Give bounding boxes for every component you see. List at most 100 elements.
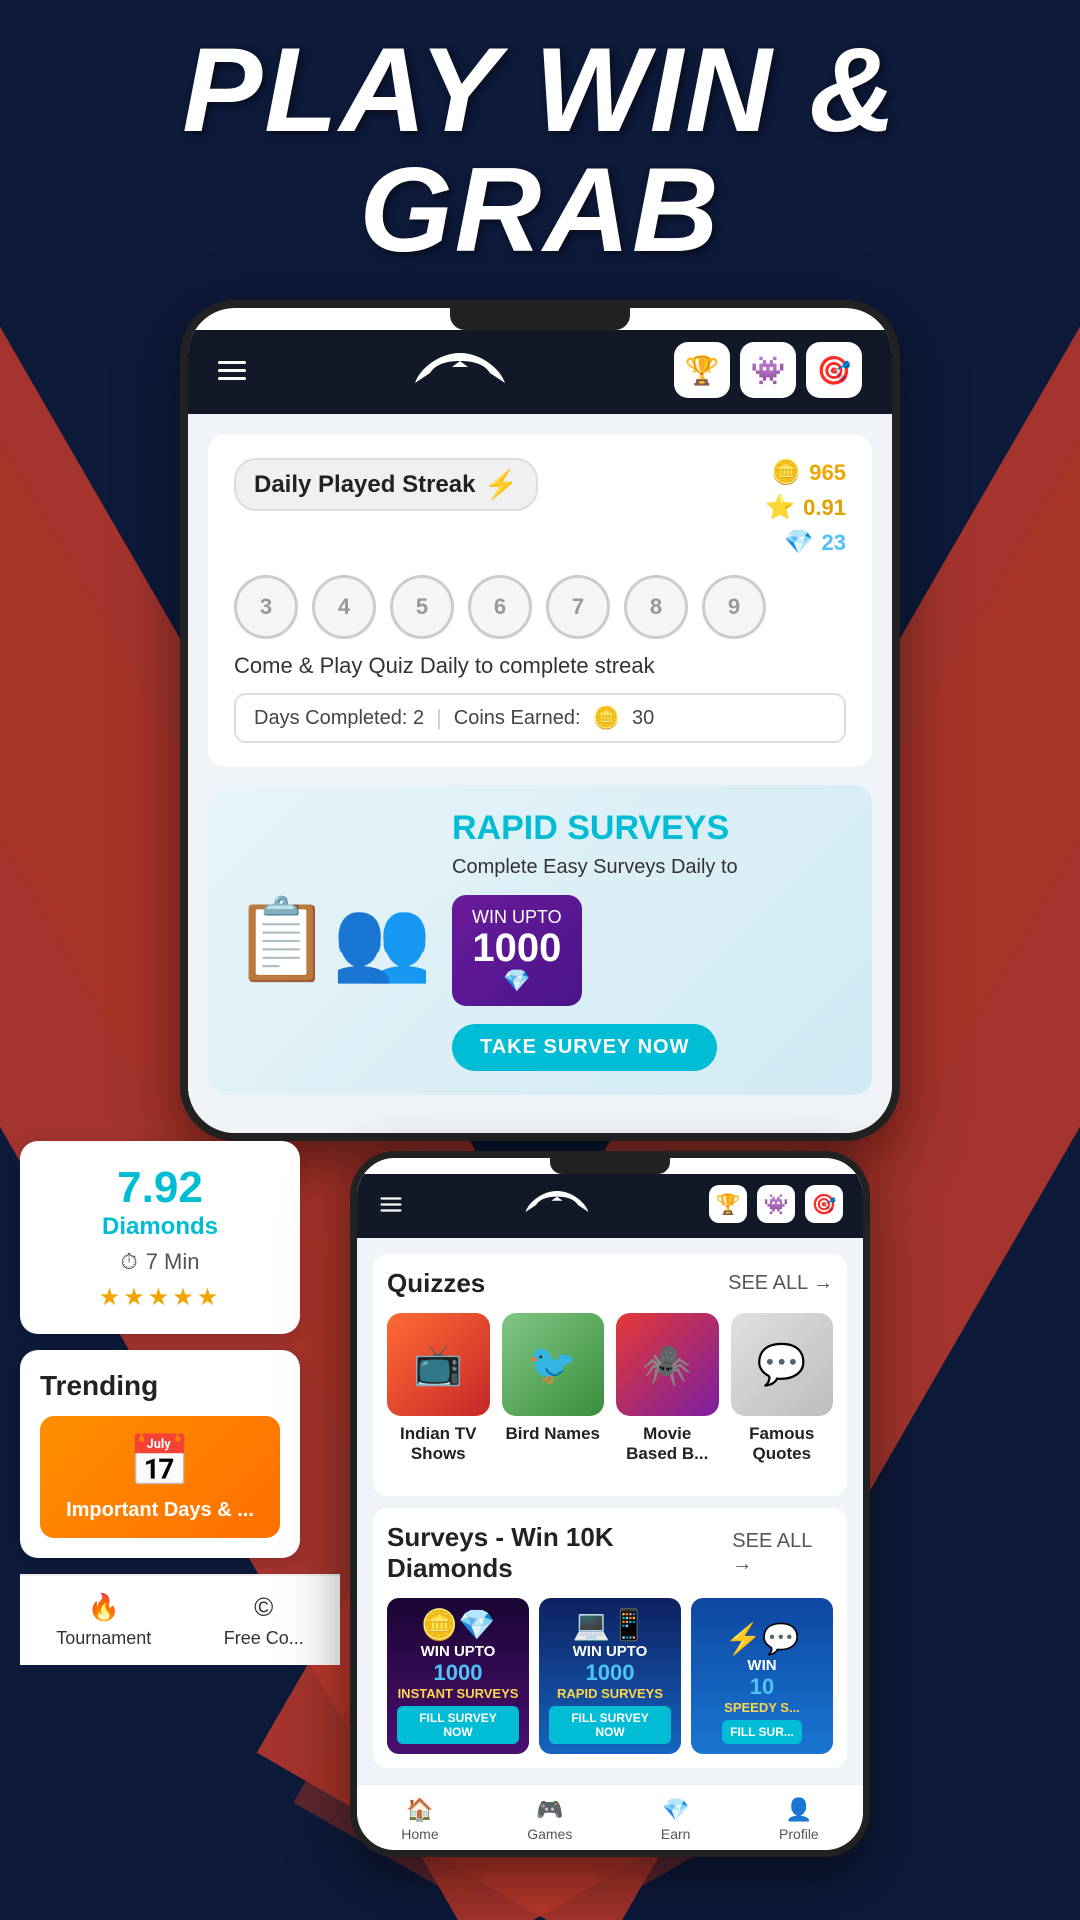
survey-card-3-type: SPEEDY S...	[701, 1700, 823, 1715]
circle-6: 6	[468, 575, 532, 639]
quiz-item-birds[interactable]: 🐦 Bird Names	[502, 1313, 605, 1464]
quiz-item-movie[interactable]: 🕷️ Movie Based B...	[616, 1313, 719, 1464]
phone2-target-icon[interactable]: 🎯	[805, 1185, 843, 1223]
phone-notch	[450, 308, 630, 330]
take-survey-button[interactable]: TAKE SURVEY NOW	[452, 1024, 717, 1071]
streak-circles: 3 4 5 6 7 8 9	[234, 575, 846, 639]
quiz-label-movie: Movie Based B...	[616, 1424, 719, 1465]
quiz-thumb-birds: 🐦	[502, 1313, 605, 1416]
stars-value: 0.91	[803, 495, 846, 521]
survey-card-3-win: WIN	[701, 1657, 823, 1674]
surveys-title: Surveys - Win 10K Diamonds	[387, 1522, 732, 1584]
diamond-label: Diamonds	[42, 1213, 278, 1241]
trending-title: Trending	[40, 1370, 280, 1402]
coins-value: 965	[809, 460, 846, 486]
phone2-logo	[522, 1184, 592, 1224]
circle-4: 4	[312, 575, 376, 639]
survey-card-2-amt: 1000	[549, 1660, 671, 1686]
phone2-menu-icon[interactable]	[381, 1197, 402, 1211]
survey-card-1-amt: 1000	[397, 1660, 519, 1686]
games-icon: 🎮	[536, 1797, 563, 1823]
circle-7: 7	[546, 575, 610, 639]
streak-stats: 🪙 965 ⭐ 0.91 💎 23	[765, 458, 846, 557]
survey-title: RAPID SURVEYS	[452, 809, 848, 848]
quiz-label-tv: Indian TV Shows	[387, 1424, 490, 1465]
survey-card-instant[interactable]: 🪙💎 WIN UPTO 1000 INSTANT SURVEYS FILL SU…	[387, 1598, 529, 1754]
phone1-navbar: 🏆 👾 🎯	[188, 330, 892, 414]
circle-9: 9	[702, 575, 766, 639]
survey-right-content: RAPID SURVEYS Complete Easy Surveys Dail…	[432, 809, 848, 1071]
clock-icon: ⏱	[121, 1249, 138, 1275]
survey-illustration: 📋👥	[232, 893, 432, 987]
games-label: Games	[527, 1826, 572, 1842]
phone2-nav-home[interactable]: 🏠 Home	[401, 1797, 438, 1842]
left-bottom-nav: 🔥 Tournament © Free Co...	[20, 1574, 340, 1665]
phone2-bottom-nav: 🏠 Home 🎮 Games 💎 Earn 👤 Profile	[357, 1784, 863, 1850]
phone-mockup-2: 🏆 👾 🎯 Quizzes SEE ALL → 📺 Indian TV	[350, 1151, 870, 1857]
days-completed: Days Completed: 2	[254, 707, 424, 730]
streak-description: Come & Play Quiz Daily to complete strea…	[234, 653, 846, 679]
streak-title-badge: Daily Played Streak ⚡	[234, 458, 538, 511]
quiz-label-birds: Bird Names	[506, 1424, 600, 1444]
menu-icon[interactable]	[218, 361, 246, 380]
home-icon: 🏠	[406, 1797, 433, 1823]
streak-footer: Days Completed: 2 | Coins Earned: 🪙 30	[234, 693, 846, 743]
phone2-notch	[550, 1158, 670, 1174]
survey-card-3-amt: 10	[701, 1674, 823, 1700]
hero-title: PLAY WIN & GRAB	[0, 30, 1080, 270]
diamond-value: 7.92	[42, 1163, 278, 1213]
earn-label: Earn	[661, 1826, 691, 1842]
free-coins-nav-item[interactable]: © Free Co...	[224, 1592, 304, 1649]
phone2-navbar: 🏆 👾 🎯	[357, 1174, 863, 1238]
survey-win-box: WIN UPTO 1000 💎	[452, 895, 582, 1006]
streak-title-text: Daily Played Streak	[254, 471, 475, 499]
survey-card-3-btn[interactable]: FILL SUR...	[722, 1720, 802, 1744]
phone2-nav-icons: 🏆 👾 🎯	[709, 1185, 843, 1223]
phone2-content: Quizzes SEE ALL → 📺 Indian TV Shows 🐦 Bi…	[357, 1238, 863, 1784]
coins-earned-label: Coins Earned:	[454, 707, 581, 730]
coins-earned-value: 30	[632, 707, 654, 730]
survey-subtitle: Complete Easy Surveys Daily to	[452, 856, 848, 879]
fire-icon: 🔥	[88, 1592, 120, 1623]
survey-card-1-btn[interactable]: FILL SURVEY NOW	[397, 1706, 519, 1744]
phone2-nav-games[interactable]: 🎮 Games	[527, 1797, 572, 1842]
quizzes-title: Quizzes	[387, 1268, 485, 1299]
trophy-icon[interactable]: 🏆	[674, 342, 730, 398]
nav-icons: 🏆 👾 🎯	[674, 342, 862, 398]
quiz-thumb-tv: 📺	[387, 1313, 490, 1416]
surveys-section-header: Surveys - Win 10K Diamonds SEE ALL →	[387, 1522, 833, 1584]
surveys-see-all[interactable]: SEE ALL →	[732, 1530, 833, 1576]
circle-3: 3	[234, 575, 298, 639]
survey-card-1-win: WIN UPTO	[397, 1643, 519, 1660]
survey-card-speedy[interactable]: ⚡💬 WIN 10 SPEEDY S... FILL SUR...	[691, 1598, 833, 1754]
profile-label: Profile	[779, 1826, 819, 1842]
tournament-label: Tournament	[56, 1628, 151, 1649]
surveys-grid: 🪙💎 WIN UPTO 1000 INSTANT SURVEYS FILL SU…	[387, 1598, 833, 1754]
phone2-trophy-icon[interactable]: 🏆	[709, 1185, 747, 1223]
trending-item-icon: 📅	[56, 1432, 264, 1491]
monster-icon[interactable]: 👾	[740, 342, 796, 398]
survey-card-rapid[interactable]: 💻📱 WIN UPTO 1000 RAPID SURVEYS FILL SURV…	[539, 1598, 681, 1754]
tournament-nav-item[interactable]: 🔥 Tournament	[56, 1592, 151, 1649]
left-panel: 7.92 Diamonds ⏱ 7 Min ★★★★★ Trending 📅 I…	[0, 1121, 320, 1685]
coins-icon: ©	[254, 1592, 273, 1623]
circle-8: 8	[624, 575, 688, 639]
phone2-monster-icon[interactable]: 👾	[757, 1185, 795, 1223]
quizzes-see-all[interactable]: SEE ALL →	[728, 1272, 833, 1295]
free-coins-label: Free Co...	[224, 1628, 304, 1649]
home-label: Home	[401, 1826, 438, 1842]
quiz-grid: 📺 Indian TV Shows 🐦 Bird Names 🕷️ Movie …	[387, 1313, 833, 1464]
diamond-stars: ★★★★★	[42, 1283, 278, 1312]
phone2-nav-earn[interactable]: 💎 Earn	[661, 1797, 691, 1842]
quiz-item-quotes[interactable]: 💬 Famous Quotes	[731, 1313, 834, 1464]
trending-item[interactable]: 📅 Important Days & ...	[40, 1416, 280, 1538]
quiz-thumb-quotes: 💬	[731, 1313, 834, 1416]
quiz-item-tv[interactable]: 📺 Indian TV Shows	[387, 1313, 490, 1464]
survey-banner: 📋👥 RAPID SURVEYS Complete Easy Surveys D…	[208, 785, 872, 1095]
phone2-nav-profile[interactable]: 👤 Profile	[779, 1797, 819, 1842]
quiz-thumb-movie: 🕷️	[616, 1313, 719, 1416]
survey-card-2-btn[interactable]: FILL SURVEY NOW	[549, 1706, 671, 1744]
diamond-time: ⏱ 7 Min	[42, 1249, 278, 1275]
target-icon[interactable]: 🎯	[806, 342, 862, 398]
survey-card-2-win: WIN UPTO	[549, 1643, 671, 1660]
